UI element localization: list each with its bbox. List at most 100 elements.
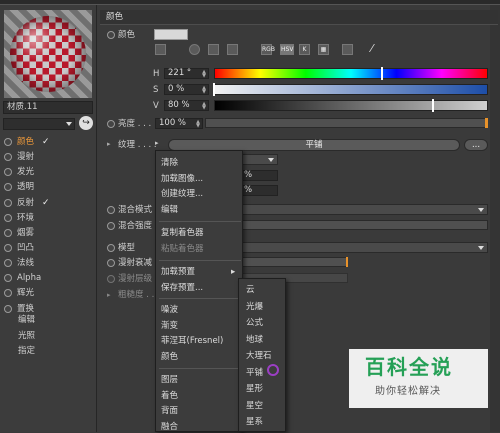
menu-item[interactable]: 清除 bbox=[161, 157, 178, 169]
pipette-icon[interactable]: ⁄ bbox=[371, 42, 385, 56]
menu-item[interactable]: 噪波 bbox=[161, 304, 178, 316]
h-input[interactable]: 221 ° ▲ ▼ bbox=[164, 68, 209, 79]
partial-input-1[interactable]: % bbox=[240, 170, 278, 181]
menu-item[interactable]: 粘贴着色器 bbox=[161, 243, 204, 255]
sidebar-item-edit[interactable]: 编辑 bbox=[18, 314, 35, 326]
channel-radio[interactable] bbox=[4, 199, 12, 207]
color-wheel-icon[interactable] bbox=[189, 44, 200, 55]
swatches-icon[interactable] bbox=[342, 44, 353, 55]
model-radio[interactable] bbox=[107, 244, 115, 252]
menu-item[interactable]: 背面 bbox=[161, 405, 178, 417]
sidebar-item-channel[interactable]: 烟雾 bbox=[4, 227, 94, 239]
channel-radio[interactable] bbox=[4, 214, 12, 222]
checkmark-icon[interactable]: ✓ bbox=[42, 197, 50, 209]
expand-arrow-icon[interactable]: ▸ bbox=[107, 291, 111, 299]
menu-item[interactable]: 图层 bbox=[161, 374, 178, 386]
s-slider[interactable] bbox=[214, 84, 488, 95]
v-marker[interactable] bbox=[432, 99, 435, 112]
preset-menu-item[interactable]: 光爆 bbox=[246, 301, 263, 313]
menu-item[interactable]: 着色 bbox=[161, 390, 178, 402]
channel-radio[interactable] bbox=[4, 168, 12, 176]
spinner-icon[interactable]: ▲ ▼ bbox=[202, 70, 206, 79]
sidebar-item-channel[interactable]: 反射 ✓ bbox=[4, 197, 94, 209]
sidebar-item-channel[interactable]: Alpha bbox=[4, 272, 94, 284]
channel-radio[interactable] bbox=[4, 183, 12, 191]
texture-more-button[interactable]: ... bbox=[464, 139, 488, 151]
rgb-icon[interactable]: RGB bbox=[261, 44, 275, 55]
preset-menu-item[interactable]: 大理石 bbox=[246, 350, 272, 362]
preset-menu-item[interactable]: 星空 bbox=[246, 400, 263, 412]
mix-strength-slider[interactable] bbox=[240, 220, 488, 230]
menu-item[interactable]: 菲涅耳(Fresnel) bbox=[161, 335, 223, 347]
channel-radio[interactable] bbox=[4, 153, 12, 161]
color-radio[interactable] bbox=[107, 31, 115, 39]
channel-radio[interactable] bbox=[4, 289, 12, 297]
preset-menu-item[interactable]: 公式 bbox=[246, 317, 263, 329]
kelvin-icon[interactable]: K bbox=[299, 44, 310, 55]
mix-mode-radio[interactable] bbox=[107, 206, 115, 214]
preset-menu-item[interactable]: 云 bbox=[246, 284, 255, 296]
mix-mode-dropdown[interactable] bbox=[240, 204, 488, 215]
menu-item[interactable]: 编辑 bbox=[161, 204, 178, 216]
diffuse-falloff-radio[interactable] bbox=[107, 259, 115, 267]
sidebar-item-channel[interactable]: 颜色 ✓ bbox=[4, 136, 94, 148]
spinner-icon[interactable]: ▲ ▼ bbox=[202, 102, 206, 111]
checkmark-icon[interactable]: ✓ bbox=[42, 136, 50, 148]
spinner-icon[interactable]: ▲ ▼ bbox=[202, 86, 206, 95]
h-marker[interactable] bbox=[381, 67, 384, 80]
scrollbar[interactable] bbox=[490, 5, 500, 432]
texture-sampling-dropdown[interactable] bbox=[240, 154, 278, 165]
channel-radio[interactable] bbox=[4, 138, 12, 146]
texture-menu-arrow-icon[interactable]: ▸ bbox=[155, 139, 165, 150]
channel-radio[interactable] bbox=[4, 229, 12, 237]
diffuse-falloff-slider[interactable] bbox=[240, 257, 348, 267]
preset-menu-item[interactable]: 星形 bbox=[246, 383, 263, 395]
channel-radio[interactable] bbox=[4, 305, 12, 313]
material-preview[interactable] bbox=[4, 10, 92, 98]
sidebar-item-illumination[interactable]: 光照 bbox=[18, 330, 35, 342]
hsv-icon[interactable]: HSV bbox=[280, 44, 294, 55]
s-marker[interactable] bbox=[213, 83, 215, 96]
preset-menu-item[interactable]: 地球 bbox=[246, 334, 263, 346]
preset-menu-item[interactable]: 平铺 bbox=[246, 367, 263, 379]
v-input[interactable]: 80 % ▲ ▼ bbox=[164, 100, 209, 111]
spinner-icon[interactable]: ▲ ▼ bbox=[196, 120, 200, 129]
v-slider[interactable] bbox=[214, 100, 488, 111]
color-swatch[interactable] bbox=[154, 29, 188, 40]
diffuse-level-radio[interactable] bbox=[107, 275, 115, 283]
menu-item[interactable]: 保存预置... bbox=[161, 282, 203, 294]
menu-item[interactable]: 颜色 bbox=[161, 351, 178, 363]
sidebar-item-channel[interactable]: 发光 bbox=[4, 166, 94, 178]
navigate-icon[interactable]: ↪ bbox=[79, 116, 93, 130]
partial-input-2[interactable]: % bbox=[240, 185, 278, 196]
mixer-icon[interactable]: ▦ bbox=[318, 44, 329, 55]
expand-arrow-icon[interactable]: ▸ bbox=[107, 140, 111, 148]
channel-radio[interactable] bbox=[4, 259, 12, 267]
menu-item[interactable]: 复制着色器 bbox=[161, 227, 204, 239]
sidebar-item-channel[interactable]: 环境 bbox=[4, 212, 94, 224]
preset-menu-item[interactable]: 星系 bbox=[246, 416, 263, 428]
image-icon[interactable] bbox=[227, 44, 238, 55]
channel-radio[interactable] bbox=[4, 274, 12, 282]
spectrum-icon[interactable] bbox=[208, 44, 219, 55]
menu-item[interactable]: 加载图像... bbox=[161, 173, 203, 185]
sidebar-item-channel[interactable]: 辉光 bbox=[4, 287, 94, 299]
channel-radio[interactable] bbox=[4, 244, 12, 252]
grid-icon[interactable] bbox=[155, 44, 166, 55]
menu-item[interactable]: 渐变 bbox=[161, 320, 178, 332]
sidebar-item-channel[interactable]: 法线 bbox=[4, 257, 94, 269]
material-dropdown[interactable] bbox=[3, 118, 75, 130]
sidebar-item-channel[interactable]: 凹凸 bbox=[4, 242, 94, 254]
menu-item[interactable]: 加载预置 bbox=[161, 266, 195, 278]
brightness-input[interactable]: 100 % ▲ ▼ bbox=[155, 118, 203, 129]
menu-item[interactable]: 创建纹理... bbox=[161, 188, 203, 200]
menu-item[interactable]: 融合 bbox=[161, 421, 178, 433]
mix-strength-radio[interactable] bbox=[107, 222, 115, 230]
sidebar-item-channel[interactable]: 透明 bbox=[4, 181, 94, 193]
h-slider[interactable] bbox=[214, 68, 488, 79]
brightness-radio[interactable] bbox=[107, 120, 115, 128]
sidebar-item-channel[interactable]: 漫射 bbox=[4, 151, 94, 163]
sidebar-item-assign[interactable]: 指定 bbox=[18, 345, 35, 357]
s-input[interactable]: 0 % ▲ ▼ bbox=[164, 84, 209, 95]
model-dropdown[interactable] bbox=[240, 242, 488, 253]
